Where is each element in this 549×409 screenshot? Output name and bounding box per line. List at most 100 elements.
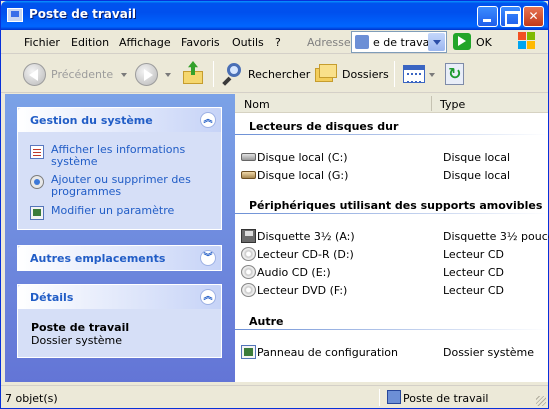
list-item[interactable]: Panneau de configuration Dossier système — [241, 344, 541, 360]
search-icon[interactable] — [221, 62, 243, 86]
expand-chevron-icon[interactable]: ︾ — [200, 250, 216, 266]
item-name[interactable]: Panneau de configuration — [257, 346, 398, 359]
my-computer-icon — [7, 8, 23, 22]
forward-arrow-icon[interactable] — [135, 63, 158, 86]
back-button[interactable]: Précédente — [51, 68, 113, 81]
go-arrow-icon[interactable] — [453, 33, 471, 50]
list-item[interactable]: Disque local (C:) Disque local — [241, 149, 541, 165]
group-divider — [235, 213, 548, 214]
control-panel-icon — [30, 206, 44, 220]
cd-drive-icon — [241, 265, 256, 279]
folders-icon[interactable] — [315, 64, 337, 83]
panel-header[interactable]: Gestion du système ︽ — [18, 108, 221, 132]
close-button[interactable]: ✕ — [523, 6, 544, 27]
list-item[interactable]: Disque local (G:) Disque local — [241, 167, 541, 183]
collapse-chevron-icon[interactable]: ︽ — [200, 289, 216, 305]
toolbar-separator — [394, 61, 395, 87]
group-title-removable: Périphériques utilisant des supports amo… — [249, 199, 543, 212]
item-name[interactable]: Audio CD (E:) — [257, 266, 331, 279]
menu-fichier[interactable]: Fichier — [24, 36, 60, 49]
group-title-other: Autre — [249, 315, 284, 328]
back-dropdown-icon[interactable] — [121, 73, 127, 77]
views-dropdown-icon[interactable] — [429, 73, 435, 77]
item-name[interactable]: Lecteur DVD (F:) — [257, 284, 347, 297]
group-title-hard-drives: Lecteurs de disques dur — [249, 120, 399, 133]
menu-help[interactable]: ? — [275, 36, 281, 49]
status-bar: 7 objet(s) Poste de travail — [1, 385, 548, 408]
item-name[interactable]: Disque local (C:) — [257, 151, 348, 164]
folders-button[interactable]: Dossiers — [342, 68, 389, 81]
item-type: Disque local — [443, 151, 511, 164]
status-separator — [379, 389, 380, 406]
minimize-button[interactable] — [477, 6, 498, 27]
item-type: Dossier système — [443, 346, 535, 359]
list-item[interactable]: Disquette 3½ (A:) Disquette 3½ pouces — [241, 228, 549, 244]
panel-header[interactable]: Autres emplacements ︾ — [18, 246, 221, 270]
task-label[interactable]: Modifier un paramètre — [51, 205, 206, 217]
system-info-icon — [30, 145, 44, 159]
task-label[interactable]: Ajouter ou supprimer des programmes — [51, 174, 206, 198]
go-button[interactable]: OK — [476, 36, 492, 49]
list-item[interactable]: Lecteur CD-R (D:) Lecteur CD — [241, 246, 541, 262]
panel-title[interactable]: Autres emplacements — [30, 252, 165, 265]
item-type: Lecteur CD — [443, 248, 504, 261]
explorer-window: Poste de travail ✕ Fichier Edition Affic… — [0, 0, 549, 409]
windows-logo-icon — [518, 32, 536, 50]
floppy-drive-icon — [241, 229, 256, 243]
add-remove-programs-icon — [30, 175, 44, 189]
task-pane: Gestion du système ︽ Afficher les inform… — [5, 94, 235, 382]
item-type: Disque local — [443, 169, 511, 182]
list-item[interactable]: Lecteur DVD (F:) Lecteur CD — [241, 282, 541, 298]
address-bar[interactable]: e de travail — [351, 31, 447, 53]
panel-system-tasks: Gestion du système ︽ Afficher les inform… — [17, 107, 222, 230]
collapse-chevron-icon[interactable]: ︽ — [200, 112, 216, 128]
control-panel-icon — [241, 345, 256, 359]
file-list: Nom Type Lecteurs de disques dur Disque … — [235, 94, 549, 382]
panel-title[interactable]: Gestion du système — [30, 114, 153, 127]
panel-title[interactable]: Détails — [30, 291, 73, 304]
task-label[interactable]: Afficher les informations système — [51, 144, 206, 168]
column-header: Nom Type — [235, 94, 548, 113]
group-divider — [235, 329, 548, 330]
hard-drive-icon — [241, 171, 256, 179]
my-computer-icon — [387, 390, 401, 404]
panel-details: Détails ︽ Poste de travail Dossier systè… — [17, 284, 222, 358]
column-divider[interactable] — [431, 96, 432, 111]
item-name[interactable]: Disquette 3½ (A:) — [257, 230, 355, 243]
address-label: Adresse — [307, 36, 351, 49]
status-location: Poste de travail — [403, 392, 489, 405]
toolbar-separator — [213, 61, 214, 87]
group-divider — [235, 134, 548, 135]
hard-drive-icon — [241, 153, 256, 161]
back-arrow-icon[interactable] — [23, 63, 46, 86]
address-dropdown-button[interactable] — [428, 33, 445, 51]
menu-outils[interactable]: Outils — [232, 36, 264, 49]
menu-favoris[interactable]: Favoris — [181, 36, 220, 49]
panel-other-places: Autres emplacements ︾ — [17, 245, 222, 271]
resize-grip[interactable] — [536, 396, 546, 406]
column-type[interactable]: Type — [440, 98, 465, 111]
maximize-button[interactable] — [500, 6, 521, 27]
menu-affichage[interactable]: Affichage — [119, 36, 171, 49]
search-button[interactable]: Rechercher — [248, 68, 310, 81]
up-folder-icon[interactable] — [183, 61, 205, 85]
views-icon[interactable] — [403, 65, 425, 83]
sync-icon[interactable] — [445, 63, 464, 85]
menu-edition[interactable]: Edition — [71, 36, 109, 49]
item-type: Lecteur CD — [443, 284, 504, 297]
forward-dropdown-icon[interactable] — [165, 73, 171, 77]
item-name[interactable]: Disque local (G:) — [257, 169, 348, 182]
title-bar[interactable]: Poste de travail ✕ — [1, 1, 548, 30]
panel-header[interactable]: Détails ︽ — [18, 285, 221, 309]
address-input[interactable]: e de travail — [373, 36, 435, 49]
item-name[interactable]: Lecteur CD-R (D:) — [257, 248, 354, 261]
column-name[interactable]: Nom — [244, 98, 270, 111]
item-type: Lecteur CD — [443, 266, 504, 279]
list-item[interactable]: Audio CD (E:) Lecteur CD — [241, 264, 541, 280]
item-type: Disquette 3½ pouces — [443, 230, 549, 243]
my-computer-icon — [355, 35, 369, 49]
cd-drive-icon — [241, 283, 256, 297]
details-type: Dossier système — [31, 334, 123, 347]
status-object-count: 7 objet(s) — [5, 392, 58, 405]
details-name: Poste de travail — [31, 321, 130, 334]
